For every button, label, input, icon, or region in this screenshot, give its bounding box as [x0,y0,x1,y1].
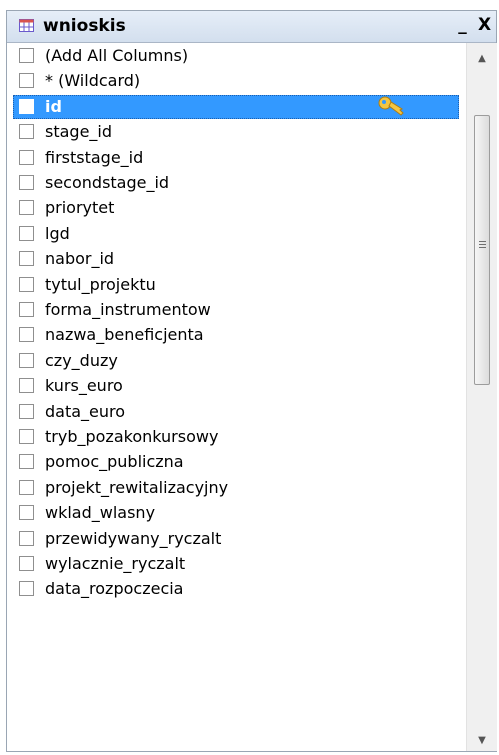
column-label: wylacznie_ryczalt [45,554,186,573]
scroll-up-arrow-icon[interactable]: ▲ [467,49,497,69]
column-list-item[interactable]: czy_duzy [7,349,465,374]
column-label: wklad_wlasny [45,503,156,523]
column-list-item[interactable]: nazwa_beneficjenta [7,323,465,348]
column-checkbox[interactable] [19,454,34,470]
column-label: nazwa_beneficjenta [45,325,204,345]
column-label: przewidywany_ryczalt [45,528,222,548]
vertical-scrollbar[interactable]: ▲ ▼ [466,43,497,751]
column-label: data_euro [45,401,126,421]
column-label: secondstage_id [45,173,170,192]
column-list-item[interactable]: tryb_pozakonkursowy [7,425,465,450]
column-list-item[interactable]: nabor_id [7,247,465,272]
column-checkbox[interactable] [19,48,34,63]
column-list-item[interactable]: id [7,94,465,120]
column-list-item[interactable]: wylacznie_ryczalt [7,552,465,577]
column-checkbox[interactable] [19,403,34,419]
column-checkbox[interactable] [19,175,34,190]
table-designer-window: wnioskis _ X (Add All Columns) * (Wildcar… [6,10,497,752]
column-list: (Add All Columns) * (Wildcard) id stage_idf… [7,43,465,751]
key-icon [378,96,404,116]
column-checkbox[interactable] [19,149,34,165]
column-checkbox[interactable] [19,225,34,241]
column-list-item[interactable]: wklad_wlasny [7,501,465,526]
column-checkbox[interactable] [19,276,34,292]
column-list-item[interactable]: firststage_id [7,146,465,171]
column-list-item[interactable]: data_euro [7,400,465,425]
title-bar[interactable]: wnioskis _ X [7,11,496,43]
column-label: stage_id [45,122,113,142]
column-checkbox[interactable] [19,556,34,571]
column-checkbox[interactable] [19,581,34,597]
column-list-item[interactable]: tytul_projektu [7,273,465,298]
column-checkbox[interactable] [19,98,34,114]
column-list-item[interactable]: forma_instrumentow [7,298,465,323]
column-list-item[interactable]: pomoc_publiczna [7,450,465,475]
close-button[interactable]: X [474,15,495,36]
column-checkbox[interactable] [19,530,34,546]
column-label: tryb_pozakonkursowy [45,427,219,446]
column-checkbox[interactable] [19,505,34,521]
column-label: nabor_id [45,249,115,269]
column-label: id [45,96,62,116]
minimize-button[interactable]: _ [452,15,473,36]
column-label: (Add All Columns) [45,46,189,65]
column-label: projekt_rewitalizacyjny [45,477,229,497]
column-label: priorytet [45,198,115,218]
column-list-item[interactable]: projekt_rewitalizacyjny [7,476,465,501]
column-checkbox[interactable] [19,327,34,343]
column-checkbox[interactable] [19,251,34,267]
column-checkbox[interactable] [19,302,34,317]
column-label: czy_duzy [45,350,118,370]
column-checkbox[interactable] [19,124,34,140]
column-label: lgd [45,223,70,243]
scrollbar-thumb[interactable] [474,115,490,385]
column-label: forma_instrumentow [45,300,211,319]
column-label: firststage_id [45,147,144,167]
scroll-down-arrow-icon[interactable]: ▼ [467,731,497,751]
column-list-item[interactable]: secondstage_id [7,171,465,196]
column-label: pomoc_publiczna [45,452,184,472]
column-label: data_rozpoczecia [45,579,184,599]
column-list-item[interactable]: przewidywany_ryczalt [7,527,465,552]
column-label: tytul_projektu [45,274,156,294]
column-list-item[interactable]: kurs_euro [7,374,465,399]
column-checkbox[interactable] [19,479,34,495]
column-label: * (Wildcard) [45,71,141,91]
column-list-item[interactable]: (Add All Columns) [7,44,465,69]
column-list-item[interactable]: stage_id [7,120,465,145]
column-list-item[interactable]: lgd [7,222,465,247]
column-list-item[interactable]: data_rozpoczecia [7,577,465,602]
column-checkbox[interactable] [19,352,34,368]
column-label: kurs_euro [45,376,123,396]
table-icon [19,19,34,32]
column-checkbox[interactable] [19,73,34,89]
column-checkbox[interactable] [19,378,34,394]
column-checkbox[interactable] [19,429,34,444]
window-title: wnioskis [43,16,126,36]
column-list-item[interactable]: priorytet [7,196,465,221]
column-checkbox[interactable] [19,200,34,216]
column-list-item[interactable]: * (Wildcard) [7,69,465,94]
grip-icon [479,241,486,250]
